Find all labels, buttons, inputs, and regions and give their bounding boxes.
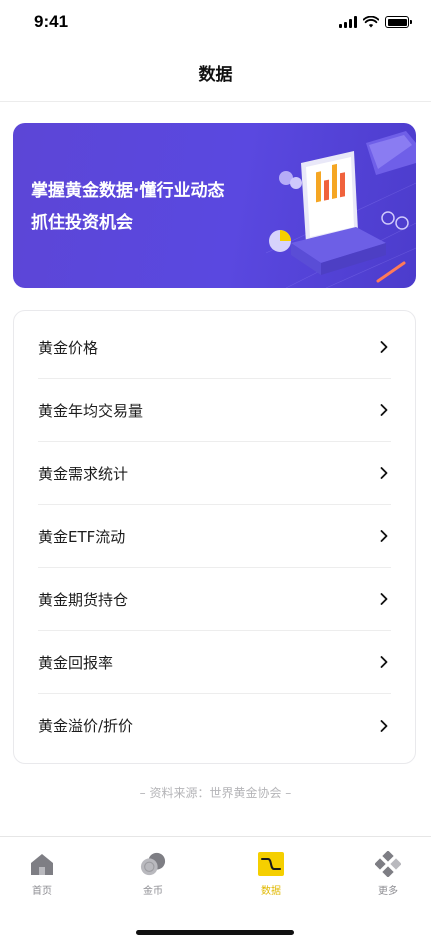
- tab-coins[interactable]: 金币: [108, 851, 198, 901]
- banner-illustration: [266, 131, 416, 288]
- battery-icon: [385, 16, 412, 28]
- bottom-tab-bar: 首页 金币 数据 更多: [0, 836, 431, 949]
- banner-text: 掌握黄金数据·懂行业动态 抓住投资机会: [31, 175, 224, 239]
- tab-more[interactable]: 更多: [343, 851, 431, 901]
- menu-item-label: 黄金回报率: [38, 653, 114, 672]
- tab-label: 更多: [378, 886, 398, 897]
- menu-item-demand-statistics[interactable]: 黄金需求统计: [38, 442, 391, 505]
- status-bar: 9:41: [0, 0, 431, 44]
- wifi-icon: [363, 16, 379, 28]
- banner-line-2: 抓住投资机会: [31, 213, 133, 233]
- status-time: 9:41: [34, 12, 69, 31]
- promo-banner[interactable]: 掌握黄金数据·懂行业动态 抓住投资机会: [13, 123, 416, 288]
- menu-item-gold-price[interactable]: 黄金价格: [38, 316, 391, 379]
- chevron-right-icon: [377, 529, 391, 543]
- home-icon: [29, 851, 55, 877]
- menu-item-label: 黄金期货持仓: [38, 590, 129, 609]
- menu-item-label: 黄金ETF流动: [38, 527, 126, 546]
- chevron-right-icon: [377, 403, 391, 417]
- home-indicator[interactable]: [136, 930, 294, 935]
- page-title: 数据: [198, 65, 233, 85]
- signal-icon: [339, 16, 357, 28]
- menu-item-futures-positions[interactable]: 黄金期货持仓: [38, 568, 391, 631]
- tab-label: 首页: [32, 886, 52, 897]
- banner-line-1: 掌握黄金数据·懂行业动态: [31, 181, 225, 201]
- tab-label: 金币: [143, 886, 163, 897]
- chevron-right-icon: [377, 592, 391, 606]
- menu-item-label: 黄金溢价/折价: [38, 717, 134, 735]
- status-icons: [339, 16, 412, 28]
- chevron-right-icon: [377, 340, 391, 354]
- data-chart-icon: [258, 851, 284, 877]
- menu-item-premium-discount[interactable]: 黄金溢价/折价: [38, 694, 391, 757]
- data-source-note: – 资料来源：世界黄金协会 –: [139, 786, 292, 800]
- menu-item-label: 黄金价格: [38, 338, 99, 357]
- tab-data[interactable]: 数据: [226, 851, 316, 901]
- coins-icon: [140, 851, 166, 877]
- more-grid-icon: [375, 851, 401, 877]
- chevron-right-icon: [377, 466, 391, 480]
- chevron-right-icon: [377, 655, 391, 669]
- data-menu-list: 黄金价格 黄金年均交易量 黄金需求统计 黄金ETF流动 黄金期货持仓 黄金回报率: [13, 310, 416, 764]
- nav-bar: 数据: [0, 44, 431, 102]
- menu-item-label: 黄金需求统计: [38, 464, 129, 483]
- tab-home[interactable]: 首页: [0, 851, 87, 901]
- menu-item-annual-trading-volume[interactable]: 黄金年均交易量: [38, 379, 391, 442]
- menu-item-label: 黄金年均交易量: [38, 401, 144, 420]
- menu-item-etf-flows[interactable]: 黄金ETF流动: [38, 505, 391, 568]
- menu-item-return-rate[interactable]: 黄金回报率: [38, 631, 391, 694]
- tab-label: 数据: [261, 886, 281, 897]
- chevron-right-icon: [377, 719, 391, 733]
